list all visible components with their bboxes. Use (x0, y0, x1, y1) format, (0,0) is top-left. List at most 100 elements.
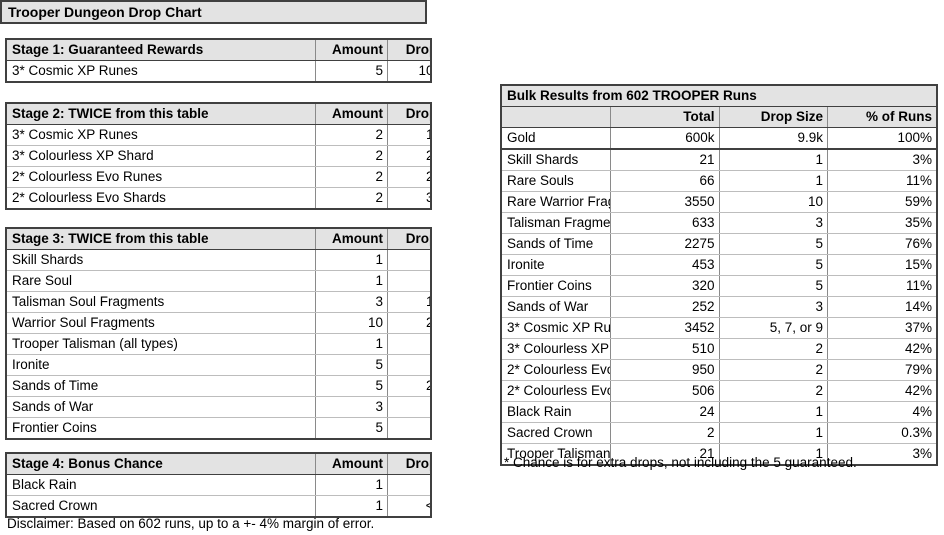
bulk-total-header: Total (610, 106, 720, 128)
item-drop: 5% (387, 417, 430, 438)
item-drop: 4% (387, 474, 430, 496)
item-pct: 14% (827, 296, 936, 318)
item-total: 600k (610, 127, 720, 150)
table-row: Trooper Talisman (all types) 1 2% (7, 333, 430, 355)
item-amount: 2 (315, 145, 388, 167)
item-name: Rare Souls (502, 170, 611, 192)
item-amount: 3 (315, 291, 388, 313)
item-name: 2* Colourless Evo Rune (502, 380, 611, 402)
item-name: Frontier Coins (7, 417, 316, 438)
item-pct: 11% (827, 170, 936, 192)
stage-1-title: Stage 1: Guaranteed Rewards (7, 40, 316, 61)
item-amount: 1 (315, 333, 388, 355)
table-row: 2* Colourless Evo Runes 2 21% (7, 166, 430, 188)
item-name: Skill Shards (502, 148, 611, 171)
item-amount: 2 (315, 166, 388, 188)
item-name: Warrior Soul Fragments (7, 312, 316, 334)
item-amount: 1 (315, 270, 388, 292)
item-name: 3* Colourless XP Shard (502, 338, 611, 360)
item-name: Trooper Talisman (all types) (7, 333, 316, 355)
item-total: 3452 (610, 317, 720, 339)
table-row: Sacred Crown 1 <1% (7, 495, 430, 516)
item-pct: 42% (827, 380, 936, 402)
item-name: Rare Warrior Fragments (502, 191, 611, 213)
table-row: 3* Colourless XP Shard 2 21% (7, 145, 430, 167)
item-amount: 5 (315, 417, 388, 438)
item-drop-size: 5 (718, 233, 828, 255)
item-drop: 5% (387, 270, 430, 292)
item-total: 453 (610, 254, 720, 276)
table-row: Sands of Time 5 28% (7, 375, 430, 397)
table-row: 3* Cosmic XP Runes 2 18% (7, 124, 430, 146)
item-pct: 37% (827, 317, 936, 339)
table-row: 2* Colourless Evo Shard 950 2 79% (502, 359, 936, 381)
item-drop-size: 10 (718, 191, 828, 213)
stage-3-grid: Stage 3: TWICE from this table Amount Dr… (7, 229, 430, 438)
table-row: Warrior Soul Fragments 10 29% (7, 312, 430, 334)
item-name: Gold (502, 127, 611, 150)
table-row: Sands of War 252 3 14% (502, 296, 936, 318)
table-row: Sacred Crown 2 1 0.3% (502, 422, 936, 444)
stage-1-table: Stage 1: Guaranteed Rewards Amount Drop … (5, 38, 432, 83)
bulk-footnote-text: * Chance is for extra drops, not includi… (504, 455, 857, 470)
item-amount: 1 (315, 495, 388, 516)
item-amount: 3 (315, 396, 388, 418)
item-total: 633 (610, 212, 720, 234)
item-drop-size: 2 (718, 380, 828, 402)
item-drop-size: 1 (718, 401, 828, 423)
item-drop-size: 5, 7, or 9 (718, 317, 828, 339)
item-amount: 1 (315, 249, 388, 271)
table-row: Gold 600k 9.9k 100% (502, 127, 936, 150)
item-name: Black Rain (7, 474, 316, 496)
item-pct: 3% (827, 148, 936, 171)
item-name: Sacred Crown (502, 422, 611, 444)
item-name: 3* Cosmic XP Runes (7, 60, 316, 81)
item-pct: 100% (827, 127, 936, 150)
item-drop: 28% (387, 375, 430, 397)
table-row: 2* Colourless Evo Rune 506 2 42% (502, 380, 936, 402)
item-amount: 2 (315, 187, 388, 208)
table-row: Ironite 453 5 15% (502, 254, 936, 276)
item-pct: 79% (827, 359, 936, 381)
item-name: Frontier Coins (502, 275, 611, 297)
stage-4-amount-header: Amount (315, 454, 388, 475)
table-header-row: Stage 1: Guaranteed Rewards Amount Drop … (7, 40, 430, 61)
stage-2-title: Stage 2: TWICE from this table (7, 104, 316, 125)
page-title-text: Trooper Dungeon Drop Chart (8, 4, 202, 20)
item-name: 3* Colourless XP Shard (7, 145, 316, 167)
item-drop-size: 1 (718, 148, 828, 171)
item-total: 506 (610, 380, 720, 402)
item-total: 2275 (610, 233, 720, 255)
item-amount: 1 (315, 474, 388, 496)
page-title: Trooper Dungeon Drop Chart (0, 0, 427, 24)
stage-1-drop-header: Drop % (387, 40, 430, 61)
bulk-results-table: Bulk Results from 602 TROOPER Runs Total… (500, 84, 938, 466)
item-drop: 18% (387, 124, 430, 146)
item-name: 2* Colourless Evo Shard (502, 359, 611, 381)
item-pct: 11% (827, 275, 936, 297)
item-name: Rare Soul (7, 270, 316, 292)
item-name: 2* Colourless Evo Shards (7, 187, 316, 208)
table-row: 3* Cosmic XP Rune* 3452 5, 7, or 9 37% (502, 317, 936, 339)
stage-2-drop-header: Drop % (387, 104, 430, 125)
stage-3-drop-header: Drop % (387, 229, 430, 250)
stage-1-amount-header: Amount (315, 40, 388, 61)
table-row: Sands of Time 2275 5 76% (502, 233, 936, 255)
item-drop: 7% (387, 396, 430, 418)
item-drop-size: 5 (718, 275, 828, 297)
item-name: Sacred Crown (7, 495, 316, 516)
bulk-title-text: Bulk Results from 602 TROOPER Runs (502, 86, 936, 107)
item-pct: 59% (827, 191, 936, 213)
item-amount: 10 (315, 312, 388, 334)
item-drop: 2% (387, 333, 430, 355)
item-total: 24 (610, 401, 720, 423)
item-amount: 5 (315, 354, 388, 376)
table-row: Frontier Coins 5 5% (7, 417, 430, 438)
item-total: 252 (610, 296, 720, 318)
item-name: Sands of Time (7, 375, 316, 397)
table-header-row: Stage 4: Bonus Chance Amount Drop % (7, 454, 430, 475)
stage-4-grid: Stage 4: Bonus Chance Amount Drop % Blac… (7, 454, 430, 516)
item-pct: 0.3% (827, 422, 936, 444)
table-header-row: Stage 2: TWICE from this table Amount Dr… (7, 104, 430, 125)
item-pct: 15% (827, 254, 936, 276)
